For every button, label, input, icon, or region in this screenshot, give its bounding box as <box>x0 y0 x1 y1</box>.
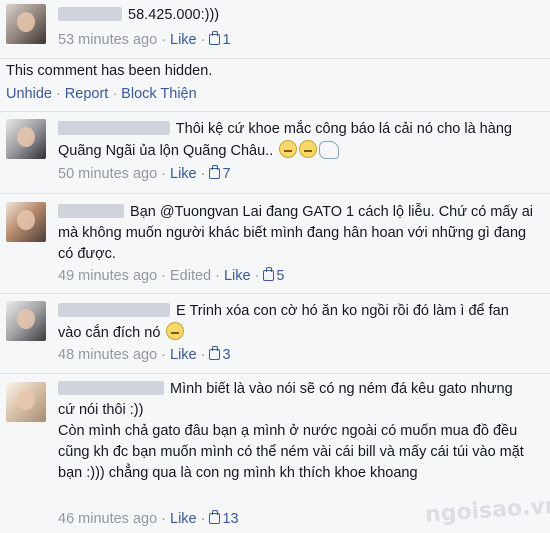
avatar-face <box>17 309 35 329</box>
avatar[interactable] <box>6 202 46 242</box>
avatar[interactable] <box>6 119 46 159</box>
unamused-face-icon <box>279 140 298 158</box>
block-link[interactable]: Block Thiện <box>121 86 197 102</box>
edited-label[interactable]: Edited <box>170 268 211 284</box>
like-count[interactable]: 5 <box>263 267 285 284</box>
thumbs-up-icon <box>263 267 275 281</box>
divider <box>0 193 550 194</box>
divider <box>0 111 550 112</box>
like-button[interactable]: Like <box>170 347 197 363</box>
timestamp[interactable]: 53 minutes ago <box>58 32 157 48</box>
hidden-comment-message: This comment has been hidden. <box>6 63 213 79</box>
comment-meta: 49 minutes ago · Edited · Like · 5 <box>58 267 285 284</box>
claw-emoticon-icon <box>319 141 340 159</box>
like-count[interactable]: 3 <box>209 346 231 363</box>
divider <box>0 293 550 294</box>
redacted-name[interactable] <box>58 381 164 395</box>
redacted-name[interactable] <box>58 121 170 135</box>
comment-text: 58.425.000:))) <box>128 7 220 23</box>
hidden-comment-actions: Unhide · Report · Block Thiện <box>6 86 197 102</box>
timestamp[interactable]: 50 minutes ago <box>58 166 157 182</box>
comment-meta: 46 minutes ago · Like · 13 <box>58 510 239 527</box>
thumbs-up-icon <box>209 510 221 524</box>
avatar-face <box>17 210 35 230</box>
divider <box>0 58 550 59</box>
comment-meta: 48 minutes ago · Like · 3 <box>58 346 231 363</box>
like-button[interactable]: Like <box>170 511 197 527</box>
unhide-link[interactable]: Unhide <box>6 86 52 102</box>
redacted-name[interactable] <box>58 204 124 218</box>
timestamp[interactable]: 49 minutes ago <box>58 268 157 284</box>
avatar-face <box>17 12 35 32</box>
like-button[interactable]: Like <box>224 268 251 284</box>
avatar-face <box>17 127 35 147</box>
thumbs-up-icon <box>209 31 221 45</box>
like-button[interactable]: Like <box>170 166 197 182</box>
divider <box>0 373 550 374</box>
comment-2: Thôi kệ cứ khoe mắc công báo lá cải nó c… <box>58 119 520 162</box>
avatar[interactable] <box>6 4 46 44</box>
avatar-face <box>17 390 35 410</box>
timestamp[interactable]: 48 minutes ago <box>58 347 157 363</box>
unamused-face-icon <box>299 140 318 158</box>
comment-5: Mình biết là vào nói sẽ có ng ném đá kêu… <box>58 379 528 484</box>
avatar[interactable] <box>6 301 46 341</box>
thumbs-up-icon <box>209 346 221 360</box>
thumbs-up-icon <box>209 165 221 179</box>
comment-4: E Trinh xóa con cờ hó ăn ko ngồi rồi đó … <box>58 301 534 344</box>
report-link[interactable]: Report <box>65 86 109 102</box>
unamused-face-icon <box>166 322 185 340</box>
comment-meta: 50 minutes ago · Like · 7 <box>58 165 231 182</box>
like-count[interactable]: 1 <box>209 31 231 48</box>
redacted-name[interactable] <box>58 7 122 21</box>
like-count[interactable]: 13 <box>209 510 239 527</box>
redacted-name[interactable] <box>58 303 170 317</box>
avatar[interactable] <box>6 382 46 422</box>
watermark: ngoisao.vn <box>424 493 550 528</box>
like-count[interactable]: 7 <box>209 165 231 182</box>
timestamp[interactable]: 46 minutes ago <box>58 511 157 527</box>
comment-text: Còn mình chả gato đâu bạn ạ mình ở nước … <box>58 423 524 481</box>
comment-text: Bạn @Tuongvan Lai đang GATO 1 cách lộ li… <box>58 204 534 262</box>
comment-1: 58.425.000:))) <box>58 5 540 26</box>
comment-meta: 53 minutes ago · Like · 1 <box>58 31 231 48</box>
comment-3: Bạn @Tuongvan Lai đang GATO 1 cách lộ li… <box>58 202 536 265</box>
like-button[interactable]: Like <box>170 32 197 48</box>
